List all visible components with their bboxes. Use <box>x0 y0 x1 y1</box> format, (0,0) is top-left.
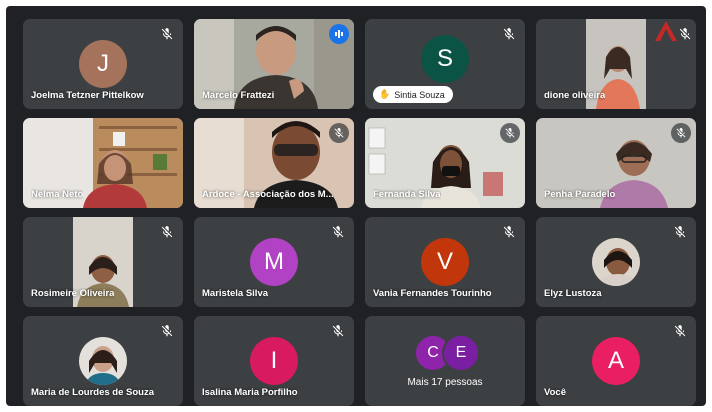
participant-tile-fernanda[interactable]: Fernanda Silva <box>365 118 525 208</box>
participant-tile-self[interactable]: A Você <box>536 316 696 406</box>
speaking-indicator-icon <box>329 24 349 44</box>
avatar: J <box>79 40 127 88</box>
participant-tile-vania[interactable]: V Vania Fernandes Tourinho <box>365 217 525 307</box>
participant-name: Maristela Silva <box>202 288 269 299</box>
overflow-avatar: E <box>442 334 480 372</box>
participant-name: Elyz Lustoza <box>544 288 602 299</box>
more-participants-tile[interactable]: C E Mais 17 pessoas <box>365 316 525 406</box>
mic-off-icon <box>161 226 173 238</box>
avatar: I <box>250 337 298 385</box>
mic-off-icon <box>332 226 344 238</box>
mic-off-icon <box>500 123 520 143</box>
mic-off-icon <box>674 325 686 337</box>
hand-raised-icon: ✋ <box>379 89 391 99</box>
participant-name: Marcelo Frattezi <box>202 90 275 101</box>
mic-off-icon <box>671 123 691 143</box>
mic-off-icon <box>503 226 515 238</box>
participant-name: Isalina Maria Porfilho <box>202 387 298 398</box>
avatar <box>79 337 127 385</box>
mic-off-icon <box>679 28 691 40</box>
participant-tile-nelma[interactable]: Nelma Neto <box>23 118 183 208</box>
more-participants-label: Mais 17 pessoas <box>407 377 483 388</box>
participant-tile-dione[interactable]: dione oliveira <box>536 19 696 109</box>
participant-name: Vania Fernandes Tourinho <box>373 288 492 299</box>
participant-name: Você <box>544 387 567 398</box>
mic-off-icon <box>161 28 173 40</box>
participant-tile-ardoce[interactable]: Ardoce - Associação dos M... <box>194 118 354 208</box>
avatar: A <box>592 337 640 385</box>
meeting-grid: J Joelma Tetzner Pittelkow Marcelo Fratt… <box>6 6 706 406</box>
mic-off-icon <box>503 28 515 40</box>
hand-raised-badge: ✋ Sintia Souza <box>373 86 453 103</box>
mic-off-icon <box>329 123 349 143</box>
participant-name: Fernanda Silva <box>373 189 441 200</box>
mic-off-icon <box>674 226 686 238</box>
mic-off-icon <box>332 325 344 337</box>
avatar <box>592 238 640 286</box>
participant-name: Maria de Lourdes de Souza <box>31 387 154 398</box>
participant-name: Joelma Tetzner Pittelkow <box>31 90 144 101</box>
participant-tile-elyz[interactable]: Elyz Lustoza <box>536 217 696 307</box>
participant-tile-marcelo[interactable]: Marcelo Frattezi <box>194 19 354 109</box>
participant-name: Ardoce - Associação dos M... <box>202 189 334 200</box>
participant-name: dione oliveira <box>544 90 606 101</box>
mic-off-icon <box>161 325 173 337</box>
participant-tile-sintia[interactable]: S ✋ Sintia Souza <box>365 19 525 109</box>
participant-tile-isalina[interactable]: I Isalina Maria Porfilho <box>194 316 354 406</box>
participant-tile-joelma[interactable]: J Joelma Tetzner Pittelkow <box>23 19 183 109</box>
participant-tile-maria[interactable]: Maria de Lourdes de Souza <box>23 316 183 406</box>
participant-name: Sintia Souza <box>394 89 445 100</box>
participant-tile-penha[interactable]: Penha Paradelo <box>536 118 696 208</box>
avatar: S <box>421 35 469 83</box>
avatar: V <box>421 238 469 286</box>
participant-name: Nelma Neto <box>31 189 84 200</box>
avatar: M <box>250 238 298 286</box>
participant-name: Rosimeire Oliveira <box>31 288 115 299</box>
participant-name: Penha Paradelo <box>544 189 616 200</box>
participant-tile-rosimeire[interactable]: Rosimeire Oliveira <box>23 217 183 307</box>
participant-tile-maristela[interactable]: M Maristela Silva <box>194 217 354 307</box>
